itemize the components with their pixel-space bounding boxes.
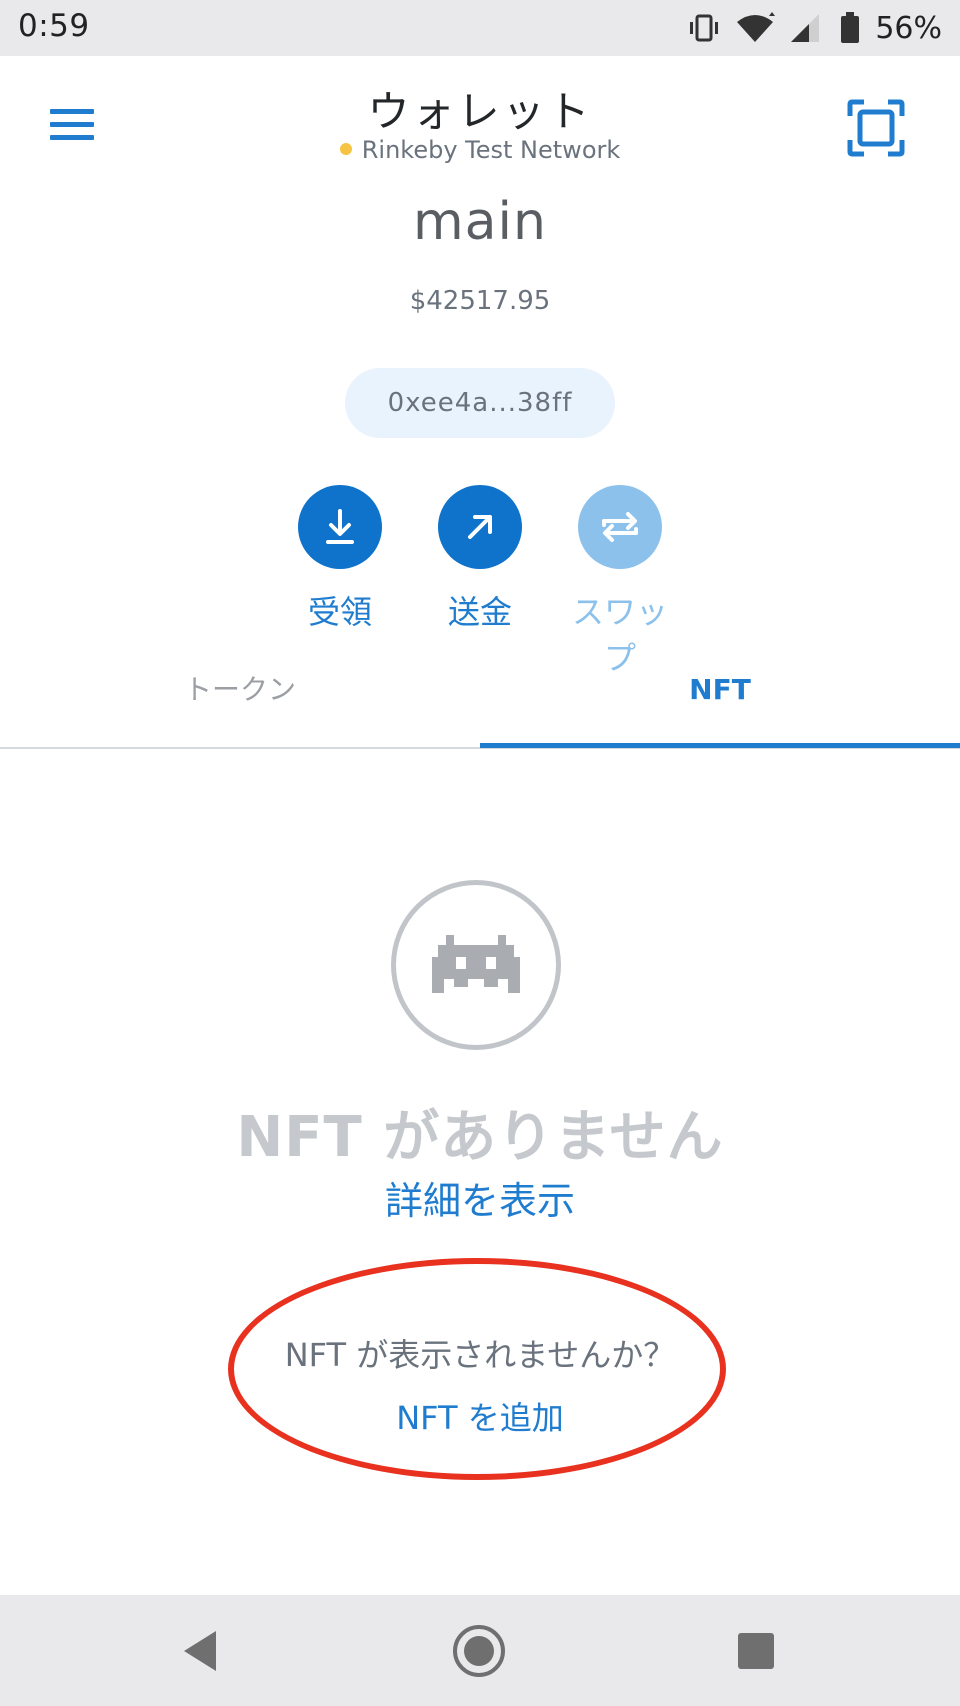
send-button[interactable]: 送金 bbox=[425, 485, 535, 633]
account-balance: $42517.95 bbox=[409, 286, 551, 316]
receive-label: 受領 bbox=[307, 593, 372, 631]
cell-signal-icon bbox=[791, 14, 820, 42]
system-nav-bar bbox=[0, 1595, 960, 1706]
account-name[interactable]: main bbox=[0, 192, 960, 252]
empty-state-title: NFT がありません bbox=[236, 1105, 724, 1170]
receive-icon bbox=[298, 485, 382, 569]
space-invader-icon bbox=[432, 935, 520, 993]
home-icon[interactable] bbox=[452, 1624, 506, 1678]
status-icons: 56% bbox=[687, 8, 942, 48]
network-name: Rinkeby Test Network bbox=[361, 136, 621, 164]
send-label: 送金 bbox=[447, 593, 512, 631]
vibrate-icon bbox=[690, 14, 719, 42]
tab-nft[interactable]: NFT bbox=[480, 650, 960, 746]
battery-percent: 56% bbox=[875, 10, 942, 46]
tab-tokens[interactable]: トークン bbox=[0, 650, 480, 746]
header: ウォレット Rinkeby Test Network bbox=[0, 56, 960, 186]
battery-icon bbox=[841, 12, 860, 43]
empty-nft-illustration bbox=[391, 880, 561, 1050]
screen: 0:59 56% ウォレット Rinkeby Test Network main… bbox=[0, 0, 960, 1706]
account-address-pill[interactable]: 0xee4a...38ff bbox=[345, 368, 615, 438]
wifi-icon bbox=[737, 12, 776, 42]
swap-arrows-icon bbox=[578, 485, 662, 569]
qr-scan-icon[interactable] bbox=[846, 98, 906, 158]
network-status-dot bbox=[339, 143, 352, 155]
status-bar: 0:59 56% bbox=[0, 0, 960, 56]
back-icon[interactable] bbox=[180, 1629, 220, 1673]
red-annotation-ellipse bbox=[228, 1258, 726, 1480]
network-indicator[interactable]: Rinkeby Test Network bbox=[0, 136, 960, 164]
send-arrow-icon bbox=[438, 485, 522, 569]
status-time: 0:59 bbox=[18, 8, 90, 44]
receive-button[interactable]: 受領 bbox=[285, 485, 395, 633]
learn-more-link[interactable]: 詳細を表示 bbox=[0, 1170, 960, 1225]
page-title: ウォレット bbox=[367, 87, 593, 136]
active-tab-indicator bbox=[480, 743, 960, 748]
recents-icon[interactable] bbox=[738, 1633, 774, 1669]
